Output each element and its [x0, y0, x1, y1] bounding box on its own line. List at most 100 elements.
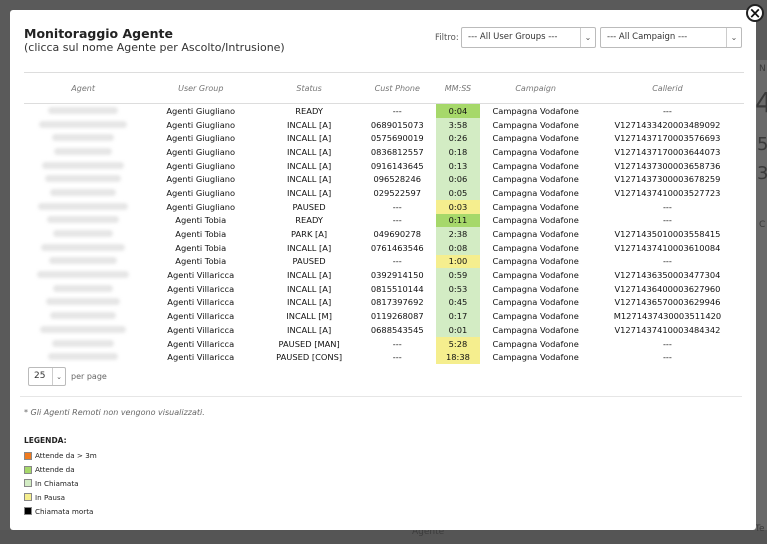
agent-name-cell[interactable] — [24, 159, 142, 173]
status-cell: INCALL [A] — [287, 174, 332, 185]
cust-phone-cell: --- — [392, 338, 402, 349]
header-mmss[interactable]: MM:SS — [435, 72, 481, 104]
agent-name-cell[interactable] — [24, 309, 142, 323]
user-group-cell: Agenti Giugliano — [166, 174, 236, 185]
agent-name-cell[interactable] — [24, 296, 142, 310]
agent-name-redacted[interactable] — [48, 353, 119, 361]
agent-name-redacted[interactable] — [50, 312, 117, 320]
status-cell: INCALL [A] — [287, 133, 332, 144]
agent-name-cell[interactable] — [24, 131, 142, 145]
status-cell: INCALL [A] — [287, 146, 332, 157]
status-cell: INCALL [A] — [287, 324, 332, 335]
agent-name-cell[interactable] — [24, 337, 142, 351]
agent-monitor-modal: Monitoraggio Agente (clicca sul nome Age… — [10, 10, 756, 530]
callerid-cell: --- — [662, 215, 672, 226]
agent-name-cell[interactable] — [24, 172, 142, 186]
agent-name-redacted[interactable] — [41, 243, 126, 251]
campaign-cell: Campagna Vodafone — [492, 201, 579, 212]
remote-agents-note: * Gli Agenti Remoti non vengono visualiz… — [24, 408, 205, 417]
callerid-cell: M1271437430003511420 — [613, 311, 722, 322]
legend-swatch — [24, 465, 32, 474]
agent-name-cell[interactable] — [24, 241, 142, 255]
mmss-cell: 18:38 — [435, 350, 481, 365]
mmss-cell: 5:28 — [435, 336, 481, 351]
header-cust-phone[interactable]: Cust Phone — [359, 72, 436, 104]
agent-name-redacted[interactable] — [38, 202, 129, 210]
user-group-cell: Agenti Villaricca — [167, 297, 235, 308]
mmss-cell: 0:59 — [435, 268, 481, 282]
legend-label: Attende da > 3m — [35, 451, 97, 461]
legend-swatch — [24, 507, 32, 516]
agent-name-redacted[interactable] — [52, 339, 115, 347]
table-row: Agenti Giugliano INCALL [A] 0916143645 0:13… — [24, 158, 744, 173]
cust-phone-cell: 0815510144 — [370, 283, 424, 294]
pagination: 25 ⌄ per page — [28, 367, 107, 386]
agent-name-redacted[interactable] — [46, 298, 121, 306]
status-cell: INCALL [A] — [287, 160, 332, 171]
agent-name-cell[interactable] — [24, 104, 142, 118]
agent-name-redacted[interactable] — [54, 147, 113, 155]
status-cell: READY — [295, 105, 323, 116]
agent-name-cell[interactable] — [24, 214, 142, 228]
mmss-cell: 0:03 — [435, 199, 481, 214]
callerid-cell: V1271437170003644073 — [614, 146, 721, 157]
legend: Attende da > 3m Attende da In Chiamata In P… — [24, 449, 97, 518]
cust-phone-cell: 0761463546 — [370, 242, 424, 253]
agent-name-redacted[interactable] — [40, 325, 127, 333]
agent-name-cell[interactable] — [24, 200, 142, 214]
agent-name-cell[interactable] — [24, 227, 142, 241]
campaign-select[interactable]: --- All Campaign --- ⌄ — [600, 27, 742, 48]
callerid-cell: V1271433420003489092 — [614, 119, 721, 130]
header-callerid[interactable]: Callerid — [590, 72, 744, 104]
agent-name-redacted[interactable] — [50, 188, 117, 196]
table-row: Agenti Villaricca INCALL [M] 0119268087 0:1… — [24, 309, 744, 323]
header-agent[interactable]: Agent — [24, 72, 143, 104]
agent-name-redacted[interactable] — [49, 257, 118, 265]
campaign-cell: Campagna Vodafone — [492, 297, 579, 308]
table-row: Agenti Tobia READY --- 0:11 Campagna Vodafon… — [24, 213, 744, 228]
agent-name-cell[interactable] — [24, 282, 142, 296]
campaign-cell: Campagna Vodafone — [492, 146, 579, 157]
per-page-label: per page — [71, 372, 107, 381]
campaign-cell: Campagna Vodafone — [492, 256, 579, 267]
background-text-c: C — [759, 220, 766, 230]
callerid-cell: V1271436570003629946 — [614, 297, 721, 308]
agent-name-cell[interactable] — [24, 323, 142, 337]
user-group-cell: Agenti Giugliano — [166, 201, 236, 212]
agent-name-redacted[interactable] — [48, 106, 119, 114]
header-status[interactable]: Status — [259, 72, 360, 104]
agent-name-cell[interactable] — [24, 350, 142, 364]
campaign-cell: Campagna Vodafone — [492, 242, 579, 253]
campaign-cell: Campagna Vodafone — [492, 133, 579, 144]
table-row: Agenti Villaricca INCALL [A] 0815510144 0:5… — [24, 281, 744, 296]
campaign-cell: Campagna Vodafone — [492, 324, 579, 335]
agent-name-cell[interactable] — [24, 255, 142, 269]
campaign-cell: Campagna Vodafone — [492, 283, 579, 294]
agent-name-redacted[interactable] — [45, 175, 122, 183]
status-cell: PAUSED [CONS] — [276, 352, 343, 363]
agent-name-cell[interactable] — [24, 145, 142, 159]
table-row: Agenti Tobia PARK [A] 049690278 2:38 Campagn… — [24, 227, 744, 241]
agent-name-cell[interactable] — [24, 186, 142, 200]
agent-name-redacted[interactable] — [53, 230, 114, 238]
header-user-group[interactable]: User Group — [142, 72, 260, 104]
per-page-select[interactable]: 25 ⌄ — [28, 367, 66, 386]
close-icon[interactable]: × — [746, 4, 764, 22]
agent-name-redacted[interactable] — [39, 120, 128, 128]
campaign-cell: Campagna Vodafone — [492, 270, 579, 281]
agent-name-cell[interactable] — [24, 118, 142, 132]
status-cell: PAUSED — [292, 256, 326, 267]
agent-name-redacted[interactable] — [47, 216, 120, 224]
legend-item: Attende da — [24, 463, 97, 477]
table-header-row: Agent User Group Status Cust Phone MM:SS… — [24, 72, 744, 104]
agent-name-redacted[interactable] — [37, 271, 130, 279]
agent-name-cell[interactable] — [24, 268, 142, 282]
agent-name-redacted[interactable] — [52, 134, 115, 142]
header-campaign[interactable]: Campaign — [480, 72, 591, 104]
agent-name-redacted[interactable] — [42, 161, 125, 169]
user-groups-select[interactable]: --- All User Groups --- ⌄ — [461, 27, 596, 48]
callerid-cell: V1271437300003658736 — [614, 160, 721, 171]
legend-item: In Chiamata — [24, 477, 97, 491]
user-group-cell: Agenti Giugliano — [166, 119, 236, 130]
agent-name-redacted[interactable] — [53, 284, 114, 292]
